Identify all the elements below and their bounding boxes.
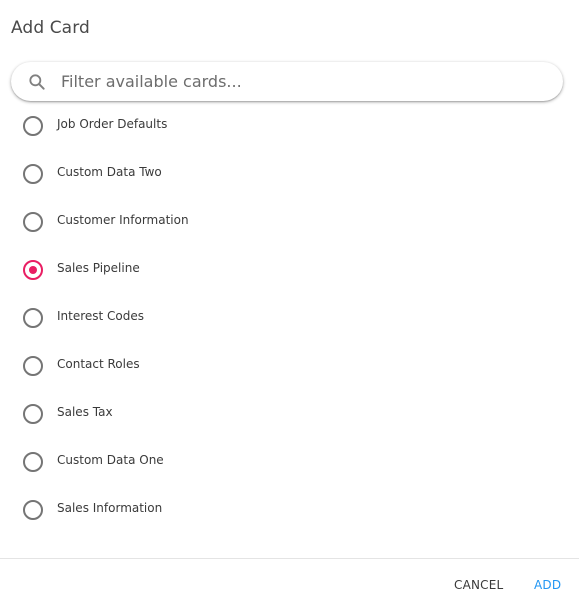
radio-button[interactable]: [23, 404, 43, 424]
add-card-dialog: Add Card Job Order Defaults Custom Data …: [0, 0, 579, 602]
cancel-button[interactable]: CANCEL: [454, 578, 503, 592]
radio-label: Sales Tax: [57, 405, 113, 419]
search-input[interactable]: [61, 68, 541, 94]
radio-button-selected[interactable]: [23, 260, 43, 280]
radio-button[interactable]: [23, 164, 43, 184]
footer-divider: [0, 558, 579, 559]
search-icon: [29, 74, 45, 90]
radio-label: Job Order Defaults: [57, 117, 168, 131]
radio-item-job-order-defaults[interactable]: Job Order Defaults: [0, 102, 579, 150]
search-box[interactable]: [11, 62, 563, 101]
radio-label: Contact Roles: [57, 357, 140, 371]
radio-label: Interest Codes: [57, 309, 145, 323]
radio-button[interactable]: [23, 500, 43, 520]
radio-button[interactable]: [23, 212, 43, 232]
radio-label: Sales Pipeline: [57, 261, 140, 275]
radio-button[interactable]: [23, 452, 43, 472]
radio-button[interactable]: [23, 116, 43, 136]
radio-item-sales-information[interactable]: Sales Information: [0, 486, 579, 534]
radio-item-contact-roles[interactable]: Contact Roles: [0, 342, 579, 390]
radio-label: Sales Information: [57, 501, 163, 515]
radio-button[interactable]: [23, 356, 43, 376]
radio-item-customer-information[interactable]: Customer Information: [0, 198, 579, 246]
radio-item-custom-data-one[interactable]: Custom Data One: [0, 438, 579, 486]
radio-item-sales-pipeline[interactable]: Sales Pipeline: [0, 246, 579, 294]
radio-item-custom-data-two[interactable]: Custom Data Two: [0, 150, 579, 198]
dialog-title: Add Card: [11, 18, 90, 38]
radio-label: Customer Information: [57, 213, 189, 227]
radio-item-sales-tax[interactable]: Sales Tax: [0, 390, 579, 438]
radio-selected-dot: [29, 266, 37, 274]
radio-label: Custom Data One: [57, 453, 164, 467]
radio-label: Custom Data Two: [57, 165, 162, 179]
radio-item-interest-codes[interactable]: Interest Codes: [0, 294, 579, 342]
add-button[interactable]: ADD: [534, 578, 561, 592]
radio-button[interactable]: [23, 308, 43, 328]
